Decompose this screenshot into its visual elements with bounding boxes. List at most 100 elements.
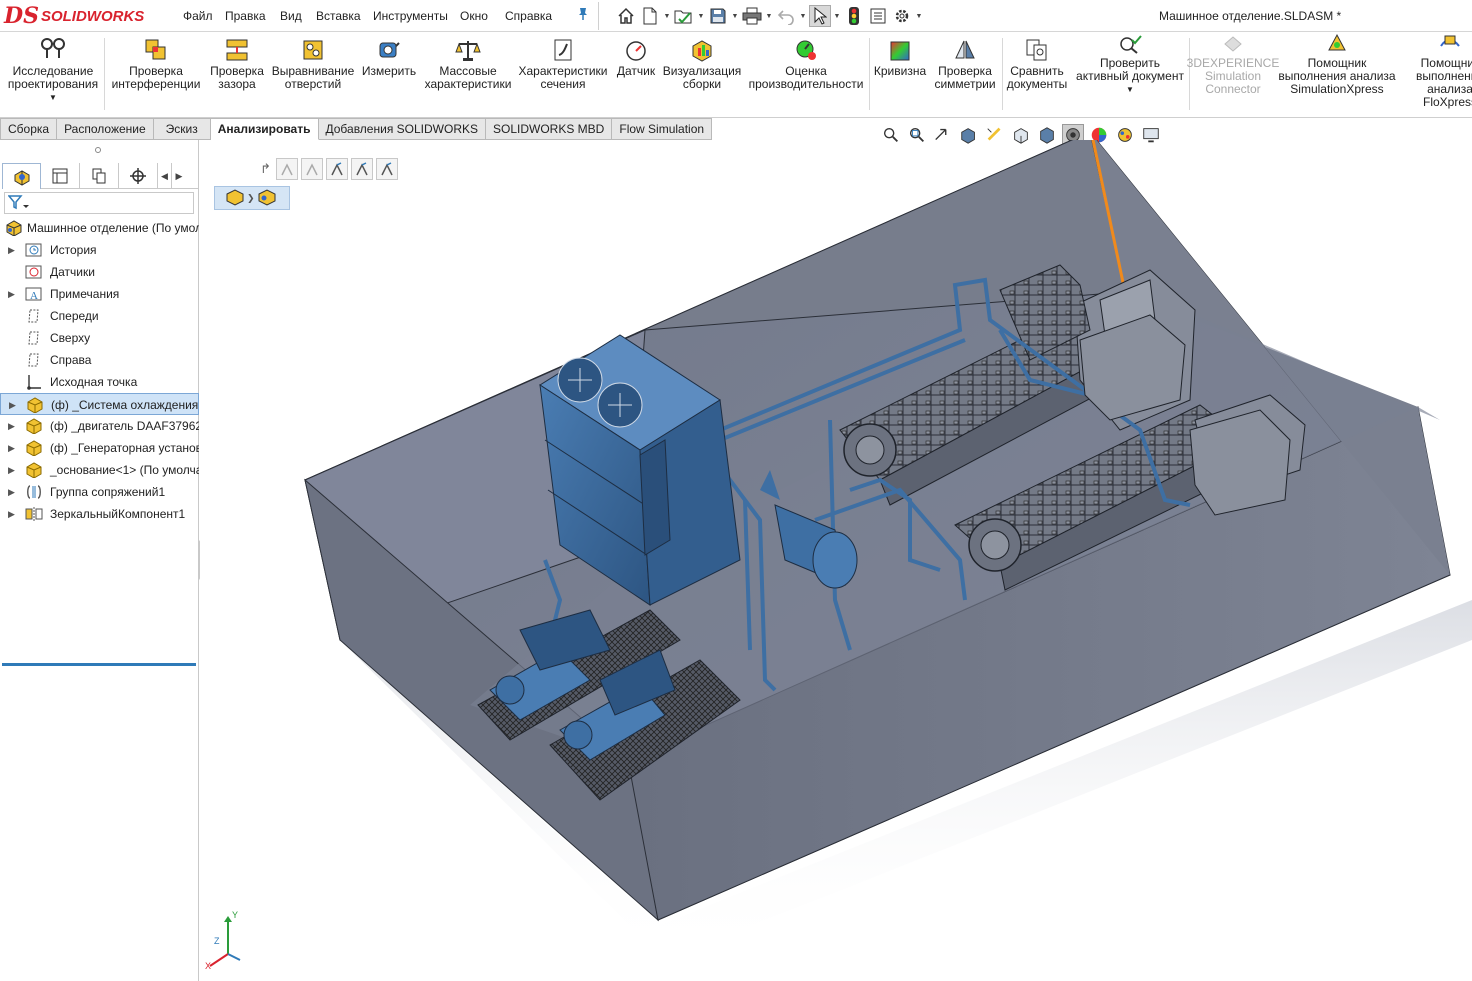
sensor-button[interactable]: Датчик bbox=[612, 32, 660, 116]
tree-item[interactable]: Спереди bbox=[0, 305, 199, 327]
dimxpert-manager-tab[interactable] bbox=[119, 163, 158, 189]
expand-arrow-icon[interactable]: ▶ bbox=[8, 289, 15, 300]
tree-item[interactable]: Сверху bbox=[0, 327, 199, 349]
open-icon[interactable] bbox=[673, 5, 695, 27]
expand-arrow-icon[interactable]: ▶ bbox=[8, 421, 15, 432]
graphics-area[interactable]: ↱ ❯ Y X Z bbox=[200, 124, 1472, 981]
menu-window[interactable]: Окно bbox=[460, 9, 488, 23]
assembly-icon bbox=[5, 220, 23, 237]
select-icon[interactable] bbox=[809, 5, 831, 27]
measure-button[interactable]: Измерить bbox=[358, 32, 420, 116]
tree-item[interactable]: Исходная точка bbox=[0, 371, 199, 393]
3dexperience-label: 3DEXPERIENCE Simulation Connector bbox=[1186, 56, 1280, 96]
tab-sketch[interactable]: Эскиз bbox=[153, 118, 211, 140]
tab-solidworks-mbd[interactable]: SOLIDWORKS MBD bbox=[486, 118, 613, 140]
design-study-icon bbox=[40, 32, 66, 62]
design-study-button[interactable]: Исследование проектирования ▼ bbox=[4, 32, 102, 116]
check-document-button[interactable]: Проверить активный документ ▼ bbox=[1072, 32, 1188, 116]
solidworks-logo[interactable]: DS SOLIDWORKS bbox=[4, 2, 154, 30]
plane-icon bbox=[25, 308, 43, 324]
tree-item[interactable]: ▶ (ф) _двигатель DAAF379622 bbox=[0, 415, 199, 437]
mass-properties-button[interactable]: Массовые характеристики bbox=[422, 32, 514, 116]
chevron-down-icon[interactable]: ▼ bbox=[799, 13, 807, 20]
expand-arrow-icon[interactable]: ▶ bbox=[8, 443, 15, 454]
menu-help[interactable]: Справка bbox=[505, 9, 552, 23]
assembly-visualization-button[interactable]: Визуализация сборки bbox=[662, 32, 742, 116]
menu-tools[interactable]: Инструменты bbox=[373, 9, 448, 23]
chevron-down-icon[interactable]: ▼ bbox=[697, 13, 705, 20]
logo-prefix: DS bbox=[4, 3, 39, 29]
performance-evaluation-button[interactable]: Оценка производительности bbox=[746, 32, 866, 116]
rebuild-icon[interactable] bbox=[843, 5, 865, 27]
tab-scroll-right-icon[interactable]: ▶ bbox=[172, 163, 186, 189]
new-document-icon[interactable] bbox=[639, 5, 661, 27]
tree-item[interactable]: ▶ История bbox=[0, 239, 199, 261]
menu-file[interactable]: Файл bbox=[183, 9, 213, 23]
floxpress-icon bbox=[1439, 32, 1461, 54]
property-manager-tab[interactable] bbox=[41, 163, 80, 189]
expand-arrow-icon[interactable]: ▶ bbox=[8, 487, 15, 498]
save-icon[interactable] bbox=[707, 5, 729, 27]
menu-edit[interactable]: Правка bbox=[225, 9, 266, 23]
simulationxpress-button[interactable]: Помощник выполнения анализа SimulationXp… bbox=[1278, 32, 1396, 116]
tree-item[interactable]: ▶ ЗеркальныйКомпонент1 bbox=[0, 503, 199, 525]
expand-arrow-icon[interactable]: ▶ bbox=[8, 509, 15, 520]
filter-icon bbox=[7, 194, 30, 213]
options-icon[interactable] bbox=[891, 5, 913, 27]
simulationxpress-label: Помощник выполнения анализа SimulationXp… bbox=[1278, 56, 1396, 96]
feature-manager-tab[interactable] bbox=[2, 163, 41, 189]
triad-x-label: X bbox=[205, 961, 211, 970]
engine-room-model[interactable] bbox=[200, 140, 1472, 981]
menu-view[interactable]: Вид bbox=[280, 9, 302, 23]
floxpress-button[interactable]: Помощник выполнения анализа FloXpress bbox=[1400, 32, 1472, 116]
tab-solidworks-addins[interactable]: Добавления SOLIDWORKS bbox=[318, 118, 486, 140]
tree-item-label: История bbox=[50, 243, 97, 257]
mass-properties-icon bbox=[455, 32, 481, 62]
solidworks-window: DS SOLIDWORKS Файл Правка Вид Вставка Ин… bbox=[0, 0, 1472, 981]
file-properties-icon[interactable] bbox=[867, 5, 889, 27]
tree-item[interactable]: ▶ (ф) _Генераторная установка bbox=[0, 437, 199, 459]
pin-icon[interactable] bbox=[576, 7, 590, 24]
chevron-down-icon[interactable]: ▼ bbox=[833, 13, 841, 20]
tree-item[interactable]: ▶ (ф) _Система охлаждения<1> bbox=[0, 393, 199, 415]
tab-scroll-left-icon[interactable]: ◀ bbox=[158, 163, 172, 189]
tab-layout[interactable]: Расположение bbox=[57, 118, 154, 140]
logo-text: SOLIDWORKS bbox=[40, 7, 145, 25]
3dexperience-icon bbox=[1222, 32, 1244, 54]
3dexperience-connector-button[interactable]: 3DEXPERIENCE Simulation Connector bbox=[1187, 32, 1279, 116]
quick-access-toolbar: ▼ ▼ ▼ ▼ ▼ ▼ ▼ bbox=[615, 4, 923, 28]
tab-evaluate[interactable]: Анализировать bbox=[210, 118, 319, 140]
mass-properties-label: Массовые характеристики bbox=[424, 64, 512, 91]
tree-item[interactable]: Справа bbox=[0, 349, 199, 371]
undo-icon[interactable] bbox=[775, 5, 797, 27]
panel-grip[interactable] bbox=[95, 147, 101, 153]
symmetry-check-button[interactable]: Проверка симметрии bbox=[930, 32, 1000, 116]
configuration-manager-tab[interactable] bbox=[80, 163, 119, 189]
expand-arrow-icon[interactable]: ▶ bbox=[8, 245, 15, 256]
interference-button[interactable]: Проверка интерференции bbox=[108, 32, 204, 116]
compare-documents-label: Сравнить документы bbox=[1006, 64, 1068, 91]
tree-root-assembly[interactable]: Машинное отделение (По умолчанию) bbox=[0, 217, 199, 239]
tree-item[interactable]: Датчики bbox=[0, 261, 199, 283]
compare-documents-button[interactable]: Сравнить документы bbox=[1004, 32, 1070, 116]
clearance-button[interactable]: Проверка зазора bbox=[206, 32, 268, 116]
hole-alignment-button[interactable]: Выравнивание отверстий bbox=[270, 32, 356, 116]
chevron-down-icon[interactable]: ▼ bbox=[765, 13, 773, 20]
tree-item[interactable]: ▶ _основание<1> (По умолчанию) bbox=[0, 459, 199, 481]
subassembly-icon bbox=[26, 397, 44, 414]
chevron-down-icon[interactable]: ▼ bbox=[663, 13, 671, 20]
home-icon[interactable] bbox=[615, 5, 637, 27]
expand-arrow-icon[interactable]: ▶ bbox=[9, 400, 16, 411]
tab-flow-simulation[interactable]: Flow Simulation bbox=[612, 118, 713, 140]
print-icon[interactable] bbox=[741, 5, 763, 27]
expand-arrow-icon[interactable]: ▶ bbox=[8, 465, 15, 476]
curvature-button[interactable]: Кривизна bbox=[872, 32, 928, 116]
tree-item[interactable]: ▶ Группа сопряжений1 bbox=[0, 481, 199, 503]
tree-item[interactable]: ▶ A Примечания bbox=[0, 283, 199, 305]
chevron-down-icon[interactable]: ▼ bbox=[915, 13, 923, 20]
menu-insert[interactable]: Вставка bbox=[316, 9, 361, 23]
section-properties-button[interactable]: Характеристики сечения bbox=[516, 32, 610, 116]
tab-assembly[interactable]: Сборка bbox=[0, 118, 58, 140]
chevron-down-icon[interactable]: ▼ bbox=[731, 13, 739, 20]
tree-filter[interactable] bbox=[4, 192, 194, 214]
